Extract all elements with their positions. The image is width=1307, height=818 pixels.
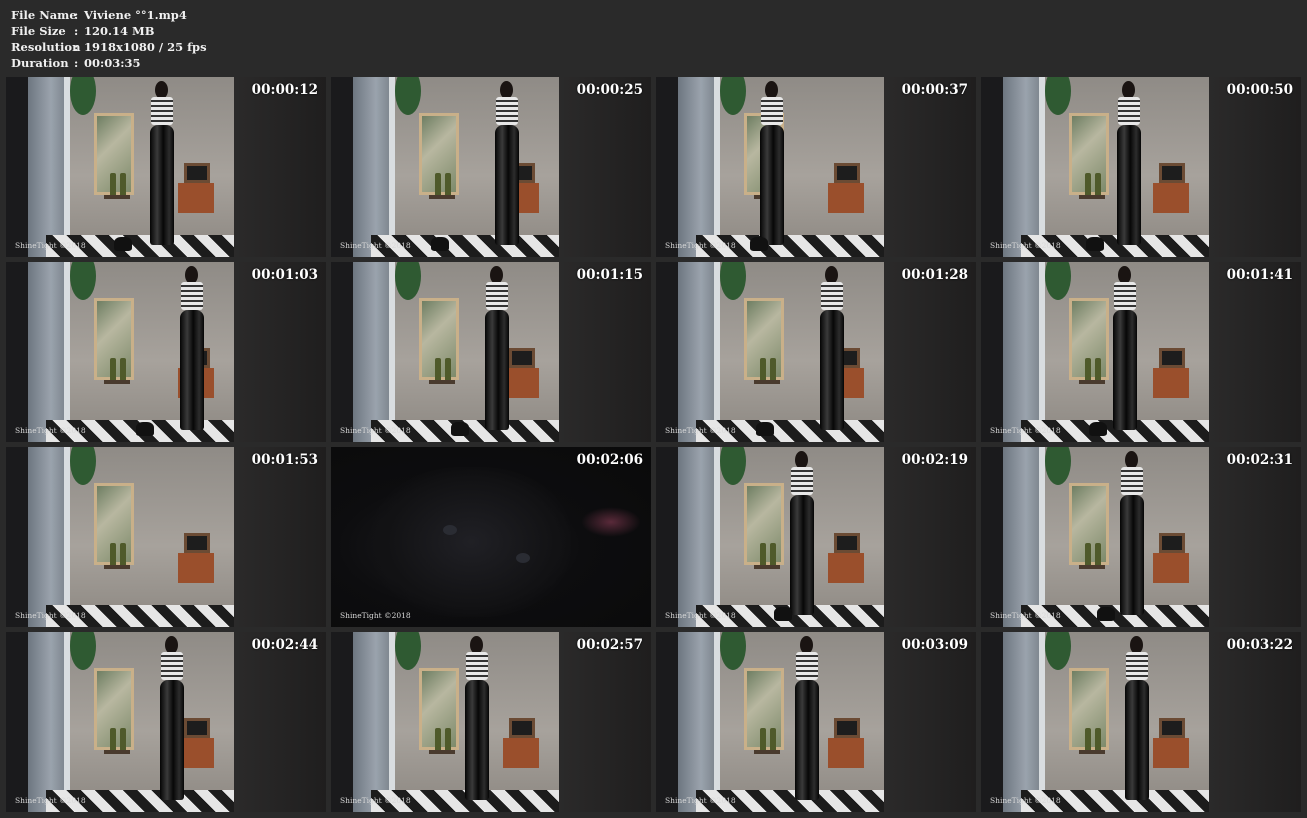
timestamp-label: 00:01:53	[251, 452, 318, 468]
video-thumbnail[interactable]: ShineTight ©2018 00:03:09	[656, 632, 976, 812]
video-thumbnail[interactable]: ShineTight ©2018 00:01:41	[981, 262, 1301, 442]
watermark-text: ShineTight ©2018	[15, 611, 86, 620]
timestamp-label: 00:01:28	[901, 267, 968, 283]
video-thumbnail[interactable]: ShineTight ©2018 00:02:44	[6, 632, 326, 812]
video-thumbnail[interactable]: ShineTight ©2018 00:02:06	[331, 447, 651, 627]
watermark-text: ShineTight ©2018	[340, 611, 411, 620]
timestamp-label: 00:01:41	[1226, 267, 1293, 283]
video-thumbnail[interactable]: ShineTight ©2018 00:02:57	[331, 632, 651, 812]
file-name-label: File Name	[11, 8, 77, 22]
timestamp-label: 00:02:44	[251, 637, 318, 653]
separator: :	[74, 56, 79, 70]
timestamp-label: 00:00:37	[901, 82, 968, 98]
video-thumbnail[interactable]: ShineTight ©2018 00:00:50	[981, 77, 1301, 257]
file-size-label: File Size	[11, 24, 66, 38]
watermark-text: ShineTight ©2018	[665, 241, 736, 250]
video-thumbnail[interactable]: ShineTight ©2018 00:03:22	[981, 632, 1301, 812]
timestamp-label: 00:00:12	[251, 82, 318, 98]
duration-label: Duration	[11, 56, 69, 70]
watermark-text: ShineTight ©2018	[665, 426, 736, 435]
watermark-text: ShineTight ©2018	[15, 426, 86, 435]
video-thumbnail[interactable]: ShineTight ©2018 00:02:19	[656, 447, 976, 627]
timestamp-label: 00:00:25	[576, 82, 643, 98]
resolution-row: Resolution : 1918x1080 / 25 fps	[11, 39, 207, 55]
video-thumbnail[interactable]: ShineTight ©2018 00:00:25	[331, 77, 651, 257]
video-thumbnail[interactable]: ShineTight ©2018 00:00:12	[6, 77, 326, 257]
video-thumbnail[interactable]: ShineTight ©2018 00:01:15	[331, 262, 651, 442]
watermark-text: ShineTight ©2018	[340, 426, 411, 435]
timestamp-label: 00:02:06	[576, 452, 643, 468]
video-thumbnail[interactable]: ShineTight ©2018 00:01:03	[6, 262, 326, 442]
duration-value: 00:03:35	[84, 56, 141, 70]
file-size-row: File Size : 120.14 MB	[11, 23, 207, 39]
timestamp-label: 00:03:09	[901, 637, 968, 653]
watermark-text: ShineTight ©2018	[15, 796, 86, 805]
file-name-value: Viviene °°1.mp4	[84, 8, 187, 22]
watermark-text: ShineTight ©2018	[990, 426, 1061, 435]
file-name-row: File Name : Viviene °°1.mp4	[11, 7, 207, 23]
watermark-text: ShineTight ©2018	[340, 796, 411, 805]
watermark-text: ShineTight ©2018	[665, 611, 736, 620]
watermark-text: ShineTight ©2018	[15, 241, 86, 250]
video-thumbnail[interactable]: ShineTight ©2018 00:01:28	[656, 262, 976, 442]
watermark-text: ShineTight ©2018	[340, 241, 411, 250]
watermark-text: ShineTight ©2018	[990, 241, 1061, 250]
timestamp-label: 00:02:19	[901, 452, 968, 468]
watermark-text: ShineTight ©2018	[990, 796, 1061, 805]
resolution-label: Resolution	[11, 40, 81, 54]
dog-closeup	[371, 467, 571, 617]
timestamp-label: 00:01:03	[251, 267, 318, 283]
video-thumbnail[interactable]: ShineTight ©2018 00:02:31	[981, 447, 1301, 627]
watermark-text: ShineTight ©2018	[990, 611, 1061, 620]
timestamp-label: 00:02:57	[576, 637, 643, 653]
file-size-value: 120.14 MB	[84, 24, 155, 38]
thumbnail-grid: ShineTight ©2018 00:00:12 ShineTight ©20	[6, 77, 1301, 812]
duration-row: Duration : 00:03:35	[11, 55, 207, 71]
timestamp-label: 00:00:50	[1226, 82, 1293, 98]
video-thumbnail[interactable]: ShineTight ©2018 00:01:53	[6, 447, 326, 627]
file-info-header: File Name : Viviene °°1.mp4 File Size : …	[11, 7, 207, 71]
separator: :	[74, 8, 79, 22]
resolution-value: 1918x1080 / 25 fps	[84, 40, 207, 54]
video-thumbnail[interactable]: ShineTight ©2018 00:00:37	[656, 77, 976, 257]
separator: :	[74, 24, 79, 38]
separator: :	[74, 40, 79, 54]
timestamp-label: 00:01:15	[576, 267, 643, 283]
timestamp-label: 00:03:22	[1226, 637, 1293, 653]
watermark-text: ShineTight ©2018	[665, 796, 736, 805]
timestamp-label: 00:02:31	[1226, 452, 1293, 468]
